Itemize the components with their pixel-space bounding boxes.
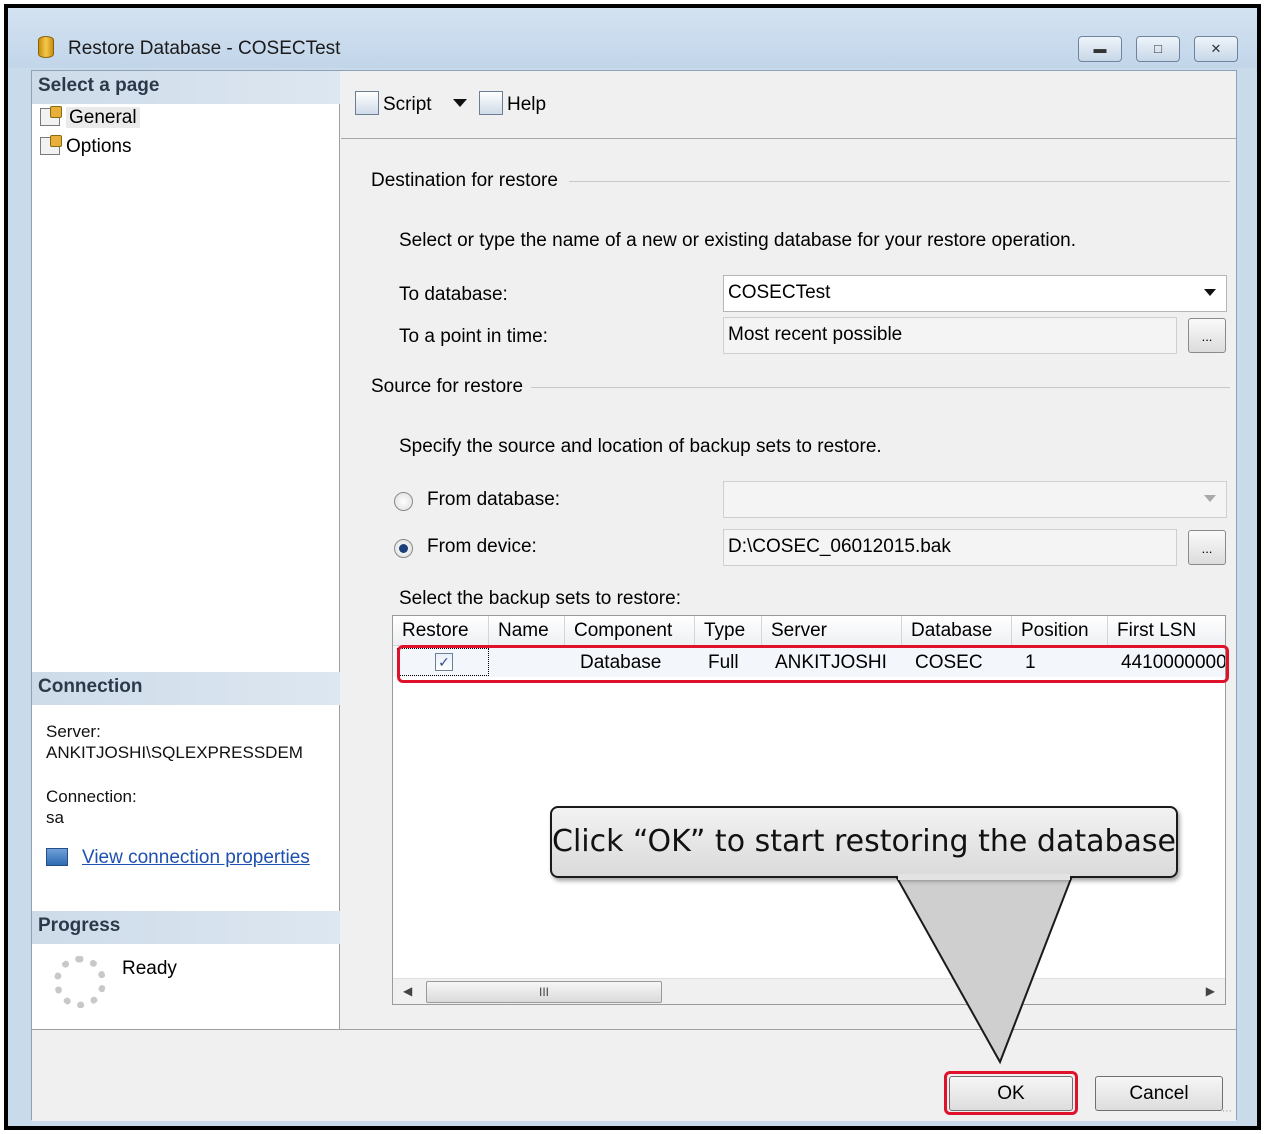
callout-joint [898, 874, 1070, 880]
callout-tail [894, 875, 1074, 1065]
callout-text: Click “OK” to start restoring the databa… [552, 824, 1176, 859]
callout-box: Click “OK” to start restoring the databa… [550, 806, 1178, 878]
callout-pointer [894, 875, 1074, 1065]
